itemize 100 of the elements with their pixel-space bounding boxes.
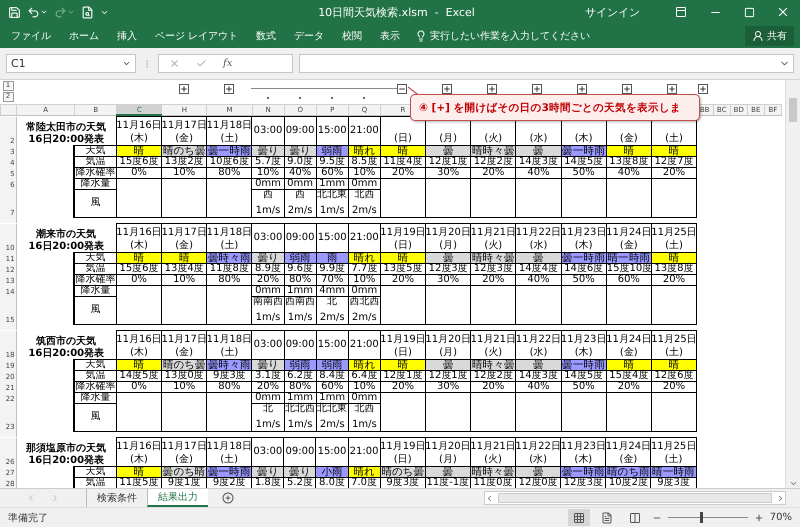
expand-icon[interactable] — [698, 84, 708, 94]
weekday-label: (木) — [130, 240, 148, 250]
scroll-right-icon[interactable] — [776, 494, 785, 502]
weather-cell: 曇 — [425, 466, 470, 477]
date-label: 11月23日 — [560, 442, 606, 452]
menu-tab[interactable]: 数式 — [247, 29, 286, 43]
weather-cell: 曇時々雨 — [206, 252, 252, 263]
sheet-tab[interactable]: 結果出力 — [147, 489, 208, 507]
scrollbar-thumb[interactable] — [498, 493, 772, 503]
date-label: 11月21日 — [470, 334, 516, 344]
expand-icon[interactable] — [178, 84, 188, 94]
weather-cell: 曇時々雨 — [206, 359, 252, 370]
weather-cell: 曇一時雨 — [206, 466, 252, 477]
date-label: 11月23日 — [560, 334, 606, 344]
menu-tab[interactable]: データ — [285, 29, 334, 43]
date-label: 11月21日 — [470, 442, 516, 452]
weekday-label: (金) — [175, 240, 194, 250]
weekday-label: (土) — [665, 134, 683, 144]
location-title: 筑西市の天気 — [36, 336, 96, 346]
weather-cell: 曇一時雨 — [561, 145, 606, 156]
print-preview-icon[interactable] — [81, 6, 94, 18]
scroll-down-icon[interactable] — [788, 479, 798, 488]
insert-function-button[interactable]: fx — [223, 58, 232, 69]
weekday-label: (月) — [438, 454, 457, 464]
menu-tab[interactable]: 挿入 — [108, 29, 146, 43]
normal-view-icon[interactable] — [568, 509, 590, 526]
weekday-label: (土) — [220, 240, 238, 250]
date-label: 11月25日 — [651, 334, 697, 344]
scroll-left-icon[interactable] — [485, 494, 494, 502]
location-title: 潮来市の天気 — [36, 230, 96, 240]
weather-cell: 曇り — [252, 252, 284, 263]
lightbulb-icon — [415, 30, 428, 42]
name-box[interactable]: C1 — [6, 54, 136, 73]
expand-icon[interactable] — [486, 84, 496, 94]
row-label: 風 — [74, 403, 116, 431]
weather-cell: 曇り — [252, 359, 284, 370]
menu-tab[interactable]: 校閲 — [333, 29, 372, 43]
weekday-label: (土) — [665, 240, 683, 250]
date-label: 11月24日 — [606, 442, 652, 452]
weekday-label: (土) — [665, 348, 683, 358]
weather-cell: 曇 — [426, 252, 471, 263]
save-icon[interactable] — [8, 6, 21, 18]
date-label: 11月21日 — [470, 228, 516, 238]
expand-icon[interactable] — [622, 84, 632, 94]
scrollbar-thumb[interactable] — [789, 98, 797, 122]
weekday-label: (月) — [439, 134, 458, 144]
date-label: 11月18日 — [206, 334, 252, 344]
expand-icon[interactable] — [442, 84, 452, 94]
menu-tab[interactable]: ファイル — [2, 29, 60, 43]
date-label: 11月16日 — [116, 228, 162, 238]
wind-speed: 1m/s — [352, 420, 377, 430]
time-header: 21:00 — [348, 438, 380, 466]
wind-speed: 2m/s — [352, 206, 377, 216]
expand-icon[interactable] — [576, 84, 586, 94]
wind-speed: 1m/s — [256, 206, 280, 216]
date-label: 11月17日 — [161, 334, 207, 344]
date-label: 11月18日 — [206, 228, 252, 238]
date-label: 11月25日 — [651, 228, 697, 238]
weekday-label: (金) — [620, 134, 638, 144]
weekday-label: (土) — [220, 134, 238, 144]
weekday-label: (月) — [439, 348, 458, 358]
menu-tab[interactable]: ページ レイアウト — [146, 29, 248, 43]
weather-cell: 曇り — [284, 145, 316, 156]
menu-tab[interactable]: 表示 — [371, 29, 410, 43]
share-button[interactable]: 共有 — [745, 26, 794, 46]
time-header: 09:00 — [284, 116, 316, 145]
time-header: 03:00 — [252, 438, 284, 466]
weather-cell: 晴時々曇 — [470, 359, 516, 370]
formula-input[interactable] — [299, 54, 794, 73]
date-label: 11月19日 — [380, 228, 426, 238]
wind-speed: 2m/s — [320, 420, 345, 430]
menu-tab[interactable]: ホーム — [60, 29, 108, 43]
weather-cell: 晴時々曇 — [470, 466, 516, 477]
time-header: 03:00 — [252, 116, 284, 145]
weather-cell: 曇一時雨 — [561, 359, 606, 370]
weekday-label: (火) — [484, 240, 502, 250]
time-header: 21:00 — [348, 116, 380, 145]
time-header: 21:00 — [348, 224, 380, 252]
weekday-label: (木) — [574, 134, 593, 144]
zoom-in-icon[interactable] — [754, 512, 764, 522]
expand-icon[interactable] — [532, 84, 542, 94]
weather-cell: 曇一時雨 — [560, 466, 606, 477]
weekday-label: (土) — [664, 454, 682, 464]
weather-cell: 曇 — [516, 145, 562, 156]
expand-icon[interactable] — [224, 84, 234, 94]
sign-in-link[interactable]: サインイン — [585, 4, 640, 20]
weekday-label: (日) — [394, 348, 412, 358]
weekday-label: (水) — [530, 134, 548, 144]
collapse-icon[interactable] — [396, 84, 406, 94]
date-label: 11月20日 — [425, 334, 471, 344]
weekday-label: (金) — [175, 348, 194, 358]
time-header: 15:00 — [316, 330, 348, 359]
add-sheet-icon[interactable] — [222, 492, 234, 504]
date-label: 11月18日 — [206, 442, 252, 452]
zoom-thumb[interactable] — [700, 512, 703, 523]
time-header: 09:00 — [284, 224, 316, 252]
issued-time: 16日20:00発表 — [28, 348, 104, 358]
expand-icon[interactable] — [666, 84, 676, 94]
undo-icon[interactable] — [27, 6, 48, 18]
weekday-label: (月) — [439, 240, 458, 250]
